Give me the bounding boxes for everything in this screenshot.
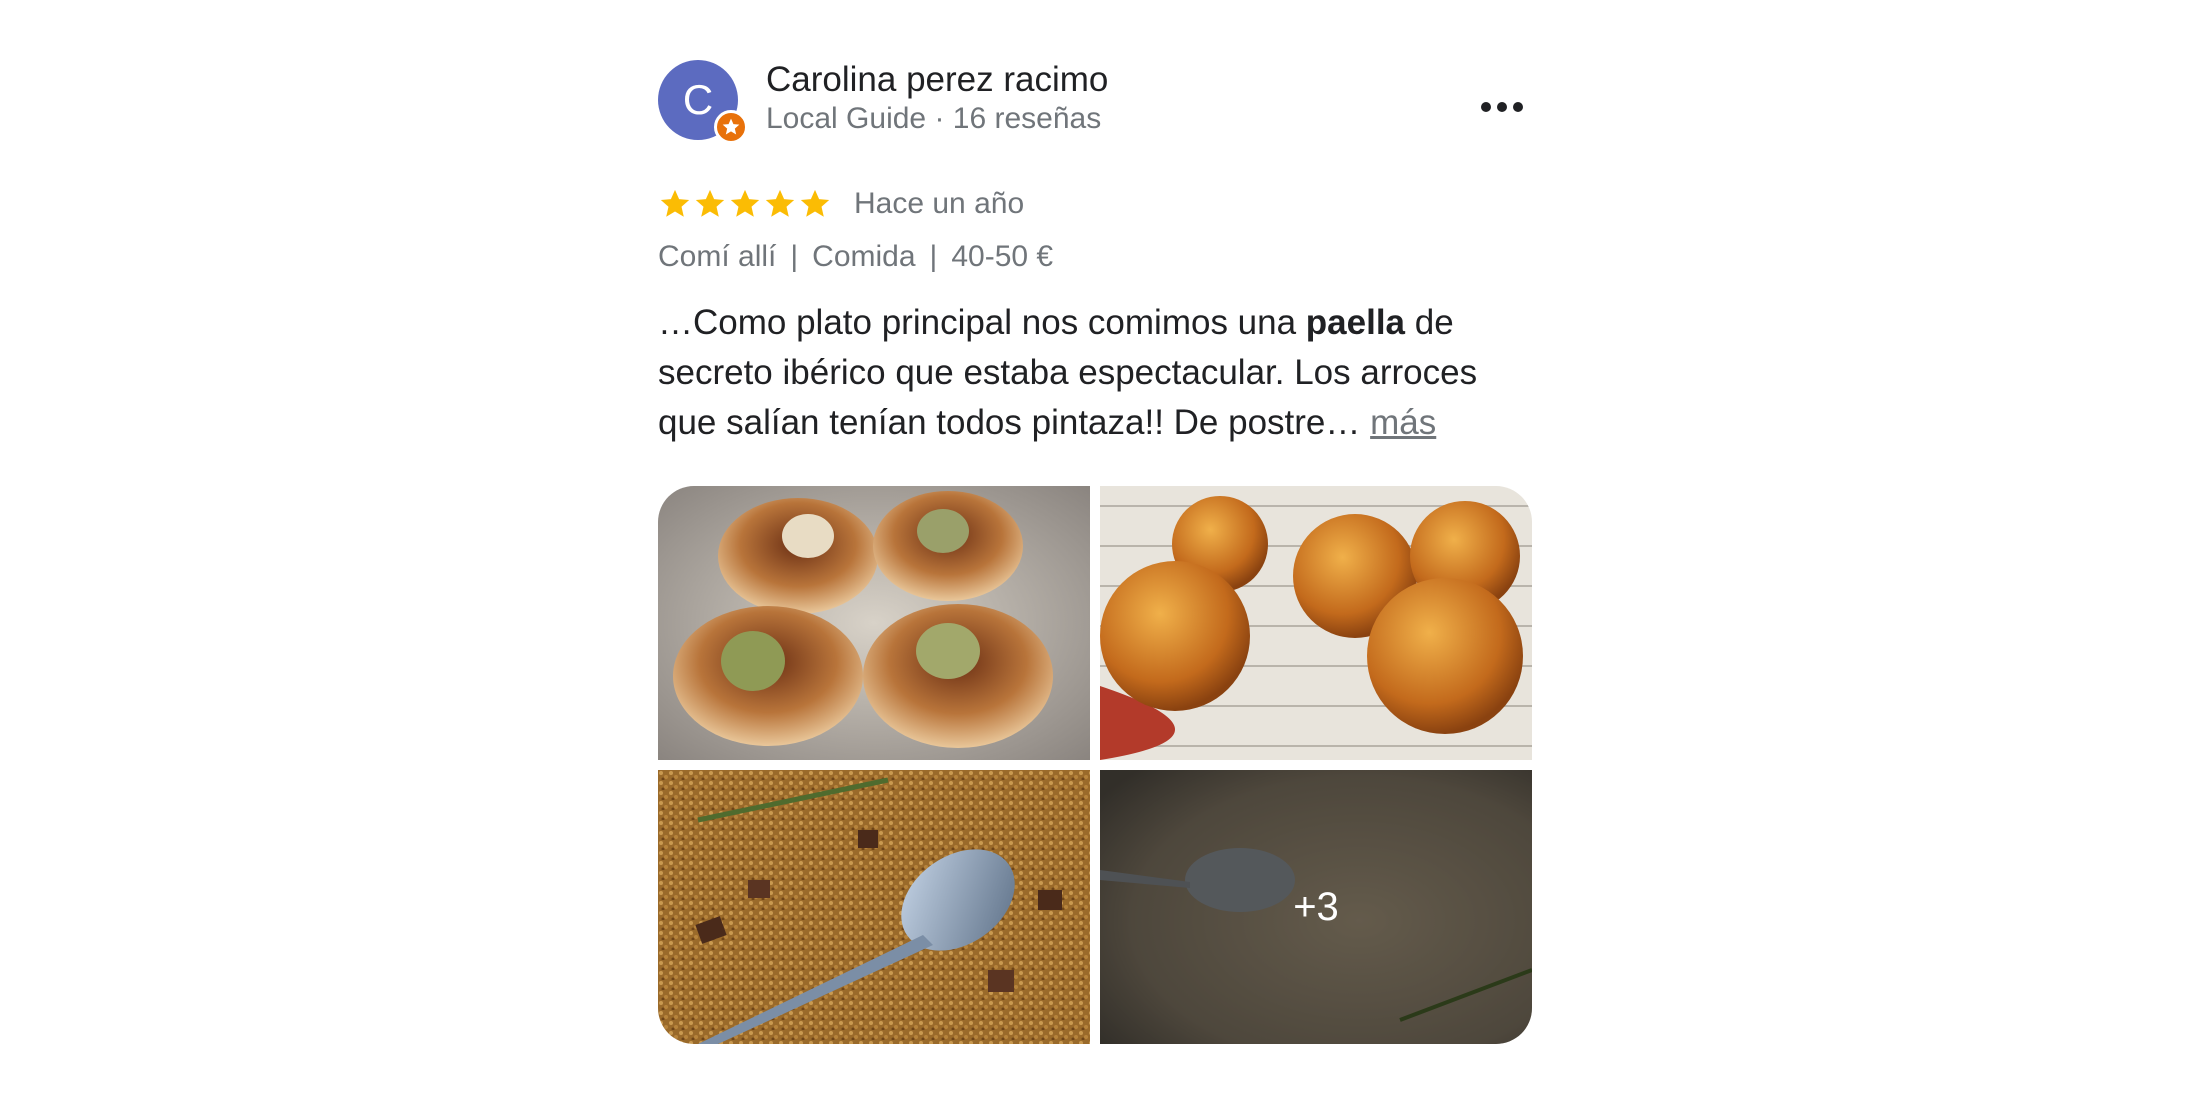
star-icon xyxy=(660,189,690,217)
review-header: C Carolina perez racimo Local Guide · 16… xyxy=(656,58,1534,144)
scallops-photo xyxy=(658,486,1090,760)
photo-grid: +3 xyxy=(658,486,1532,1046)
photo-scallops[interactable] xyxy=(658,486,1090,760)
star-icon xyxy=(765,189,795,217)
avatar-initial: C xyxy=(682,76,714,123)
star-rating xyxy=(658,187,832,221)
author-meta: Local Guide · 16 reseñas xyxy=(766,102,1102,135)
croquettes-photo xyxy=(1100,486,1532,760)
more-options-icon[interactable] xyxy=(1472,84,1532,130)
attribute-price: 40-50 € xyxy=(951,240,1054,273)
star-icon xyxy=(722,118,740,135)
more-photos-overlay[interactable]: +3 xyxy=(1100,770,1532,1044)
star-icon xyxy=(695,189,725,217)
dot xyxy=(1513,102,1523,112)
review-text: …Como plato principal nos comimos una pa… xyxy=(658,298,1534,448)
review-card: C Carolina perez racimo Local Guide · 16… xyxy=(656,58,1534,1044)
more-photos-count: +3 xyxy=(1293,884,1339,929)
review-attributes: Comí allí | Comida | 40-50 € xyxy=(658,240,1053,274)
rating-row: Hace un año xyxy=(658,182,1024,226)
separator: | xyxy=(790,240,799,273)
attribute-service: Comí allí xyxy=(658,240,777,273)
photo-paella[interactable] xyxy=(658,770,1090,1044)
separator: | xyxy=(929,240,938,273)
dot xyxy=(1497,102,1507,112)
star-icon xyxy=(800,189,830,217)
dot xyxy=(1481,102,1491,112)
review-text-highlight: paella xyxy=(1305,303,1406,342)
photo-paella-pan[interactable]: +3 xyxy=(1100,770,1532,1044)
review-text-before: …Como plato principal nos comimos una xyxy=(658,303,1306,342)
review-date: Hace un año xyxy=(854,187,1025,220)
paella-photo xyxy=(658,770,1090,1044)
attribute-meal: Comida xyxy=(812,240,916,273)
author-name[interactable]: Carolina perez racimo xyxy=(766,60,1108,100)
star-icon xyxy=(730,189,760,217)
photo-croquettes[interactable] xyxy=(1100,486,1532,760)
more-link[interactable]: más xyxy=(1370,403,1436,442)
local-guide-badge-icon xyxy=(714,110,748,144)
